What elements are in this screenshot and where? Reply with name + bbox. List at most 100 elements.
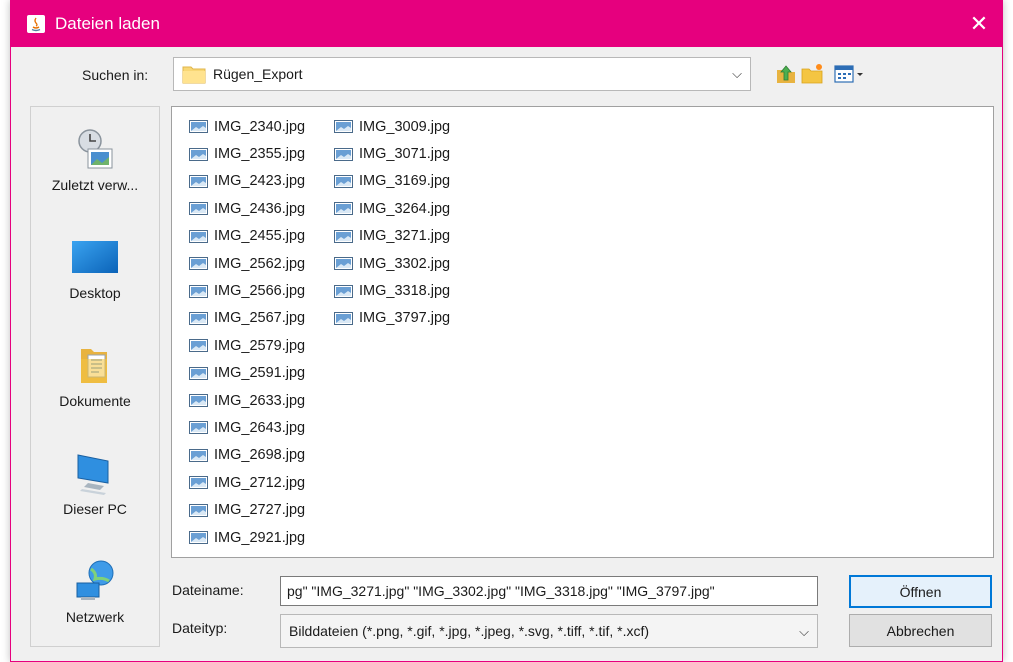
place-label: Netzwerk	[65, 609, 125, 625]
file-name: IMG_2423.jpg	[214, 173, 306, 190]
file-name: IMG_3264.jpg	[359, 200, 451, 217]
file-item[interactable]: IMG_2591.jpg	[189, 360, 305, 387]
place-label: Dokumente	[59, 393, 131, 409]
file-item[interactable]: IMG_2355.jpg	[189, 140, 305, 167]
file-item[interactable]: IMG_3302.jpg	[334, 250, 450, 277]
file-item[interactable]: IMG_3009.jpg	[334, 113, 450, 140]
place-this-pc[interactable]: Dieser PC	[31, 431, 159, 537]
computer-icon	[77, 454, 109, 495]
image-file-icon	[189, 394, 208, 408]
file-item[interactable]: IMG_2579.jpg	[189, 332, 305, 359]
file-name: IMG_2340.jpg	[214, 118, 306, 135]
file-item[interactable]: IMG_2566.jpg	[189, 277, 305, 304]
network-icon	[76, 560, 114, 600]
file-name: IMG_2562.jpg	[214, 255, 306, 272]
file-list[interactable]: IMG_2340.jpg IMG_2355.jpg IMG_2423.jpg IMG_…	[171, 106, 994, 558]
file-item[interactable]: IMG_2436.jpg	[189, 195, 305, 222]
view-menu-icon	[834, 65, 863, 83]
filename-input[interactable]: pg" "IMG_3271.jpg" "IMG_3302.jpg" "IMG_3…	[280, 576, 818, 606]
look-in-combobox[interactable]: Rügen_Export ⌵	[173, 57, 751, 91]
image-file-icon	[189, 147, 208, 161]
image-file-icon	[189, 448, 208, 462]
file-item[interactable]: IMG_2643.jpg	[189, 414, 305, 441]
cancel-button[interactable]: Abbrechen	[849, 614, 992, 647]
chevron-down-icon[interactable]: ⌵	[732, 66, 742, 82]
documents-icon	[81, 349, 107, 383]
image-file-icon	[334, 174, 353, 188]
image-file-icon	[189, 229, 208, 243]
file-name: IMG_2698.jpg	[214, 447, 306, 464]
file-item[interactable]: IMG_3264.jpg	[334, 195, 450, 222]
image-file-icon	[189, 531, 208, 545]
file-item[interactable]: IMG_2712.jpg	[189, 469, 305, 496]
places-bar: Zuletzt verw... Desktop Dokumente Dieser…	[30, 106, 160, 647]
place-label: Zuletzt verw...	[51, 177, 139, 193]
file-list-column-1: IMG_2340.jpg IMG_2355.jpg IMG_2423.jpg IMG_…	[189, 113, 305, 551]
file-item[interactable]: IMG_2921.jpg	[189, 524, 305, 551]
chevron-down-icon[interactable]: ⌵	[799, 616, 809, 647]
place-recent[interactable]: Zuletzt verw...	[31, 107, 159, 213]
file-item[interactable]: IMG_3071.jpg	[334, 140, 450, 167]
place-documents[interactable]: Dokumente	[31, 323, 159, 429]
file-name: IMG_2633.jpg	[214, 392, 306, 409]
image-file-icon	[189, 257, 208, 271]
file-item[interactable]: IMG_3318.jpg	[334, 277, 450, 304]
close-button[interactable]: ✕	[956, 0, 1002, 47]
image-file-icon	[189, 202, 208, 216]
file-name: IMG_2579.jpg	[214, 337, 306, 354]
image-file-icon	[189, 476, 208, 490]
file-item[interactable]: IMG_3271.jpg	[334, 223, 450, 250]
image-file-icon	[334, 257, 353, 271]
file-item[interactable]: IMG_2562.jpg	[189, 250, 305, 277]
image-file-icon	[189, 174, 208, 188]
file-name: IMG_3302.jpg	[359, 255, 451, 272]
image-file-icon	[189, 421, 208, 435]
image-file-icon	[189, 284, 208, 298]
image-file-icon	[334, 229, 353, 243]
file-item[interactable]: IMG_3797.jpg	[334, 305, 450, 332]
title-bar[interactable]: Dateien laden ✕	[11, 0, 1002, 47]
file-item[interactable]: IMG_2340.jpg	[189, 113, 305, 140]
filetype-label: Dateityp:	[172, 620, 228, 636]
filename-value: pg" "IMG_3271.jpg" "IMG_3302.jpg" "IMG_3…	[287, 583, 715, 599]
new-folder-button[interactable]	[800, 62, 824, 86]
place-desktop[interactable]: Desktop	[31, 215, 159, 321]
file-name: IMG_3797.jpg	[359, 310, 451, 327]
file-name: IMG_2727.jpg	[214, 502, 306, 519]
place-label: Dieser PC	[63, 501, 127, 517]
file-item[interactable]: IMG_2698.jpg	[189, 442, 305, 469]
current-folder-name: Rügen_Export	[213, 66, 303, 82]
file-item[interactable]: IMG_2423.jpg	[189, 168, 305, 195]
filetype-combobox[interactable]: Bilddateien (*.png, *.gif, *.jpg, *.jpeg…	[280, 614, 818, 648]
file-name: IMG_2567.jpg	[214, 310, 306, 327]
place-network[interactable]: Netzwerk	[31, 539, 159, 645]
file-name: IMG_2455.jpg	[214, 228, 306, 245]
filename-label: Dateiname:	[172, 582, 244, 598]
view-menu-button[interactable]	[833, 62, 867, 86]
file-item[interactable]: IMG_2727.jpg	[189, 496, 305, 523]
place-label: Desktop	[69, 285, 121, 301]
window-title: Dateien laden	[55, 14, 160, 33]
file-item[interactable]: IMG_2567.jpg	[189, 305, 305, 332]
file-item[interactable]: IMG_2633.jpg	[189, 387, 305, 414]
image-file-icon	[334, 202, 353, 216]
file-item[interactable]: IMG_3169.jpg	[334, 168, 450, 195]
open-button[interactable]: Öffnen	[849, 575, 992, 608]
file-name: IMG_3169.jpg	[359, 173, 451, 190]
image-file-icon	[334, 284, 353, 298]
file-list-column-2: IMG_3009.jpg IMG_3071.jpg IMG_3169.jpg IMG_…	[334, 113, 450, 332]
filetype-value: Bilddateien (*.png, *.gif, *.jpg, *.jpeg…	[289, 623, 650, 639]
up-folder-icon	[777, 65, 795, 83]
folder-icon	[182, 64, 206, 87]
image-file-icon	[189, 311, 208, 325]
file-item[interactable]: IMG_2455.jpg	[189, 223, 305, 250]
file-name: IMG_2591.jpg	[214, 365, 306, 382]
desktop-icon	[72, 241, 118, 273]
file-name: IMG_2566.jpg	[214, 283, 306, 300]
image-file-icon	[189, 503, 208, 517]
look-in-label: Suchen in:	[82, 67, 149, 83]
up-folder-button[interactable]	[774, 62, 798, 86]
java-app-icon	[27, 15, 45, 33]
image-file-icon	[334, 147, 353, 161]
image-file-icon	[189, 120, 208, 134]
